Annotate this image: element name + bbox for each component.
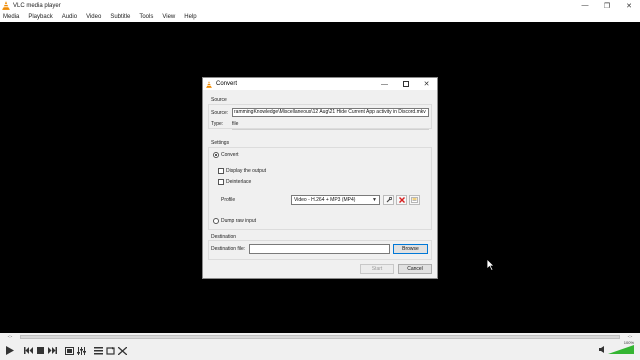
source-field[interactable]: rammingKnowledge\Miscellaneous\12 Aug\21… [232,108,429,117]
deinterlace-label[interactable]: Deinterlace [226,179,251,185]
settings-group-label: Settings [211,140,230,146]
playlist-icon [94,346,103,354]
profile-select[interactable]: Video - H.264 + MP3 (MP4) ▼ [291,195,380,205]
profile-label: Profile [221,197,236,203]
mouse-cursor-icon [487,259,495,271]
source-label: Source: [211,110,229,116]
dropdown-arrow-icon: ▼ [372,197,377,203]
type-value: file [232,121,239,127]
stop-icon [37,347,44,354]
source-group-label: Source [211,97,227,103]
playlist-button[interactable] [93,345,104,356]
delete-x-icon [398,197,405,203]
previous-icon [24,347,33,354]
loop-icon [106,346,115,355]
next-icon [48,347,57,354]
seek-row: -:- -:- [0,333,640,341]
menu-view[interactable]: View [162,14,175,20]
dialog-close-button[interactable]: ✕ [416,78,437,90]
app-title: VLC media player [13,2,61,9]
speaker-icon [599,346,604,353]
start-button[interactable]: Start [360,264,394,274]
destination-file-input[interactable] [249,244,390,254]
close-button[interactable]: ✕ [618,0,640,11]
dialog-title-bar: Convert — ✕ [203,78,437,90]
stop-button[interactable] [35,345,46,356]
convert-radio-label[interactable]: Convert [221,152,239,158]
seek-slider[interactable] [20,335,620,339]
profile-value: Video - H.264 + MP3 (MP4) [294,197,356,203]
browse-button[interactable]: Browse [393,244,428,254]
fullscreen-icon [65,346,74,355]
deinterlace-checkbox[interactable] [218,179,224,185]
volume-control[interactable]: 100% [599,340,634,354]
menu-subtitle[interactable]: Subtitle [110,14,130,20]
menu-tools[interactable]: Tools [139,14,153,20]
next-button[interactable] [47,345,58,356]
fullscreen-button[interactable] [64,345,75,356]
convert-dialog: Convert — ✕ Source Source: rammingKnowle… [202,77,438,279]
extended-settings-button[interactable] [76,345,87,356]
destination-file-label: Destination file: [211,246,246,252]
new-profile-icon [411,197,418,203]
time-elapsed[interactable]: -:- [0,334,20,340]
dialog-title: Convert [216,81,238,87]
delete-profile-button[interactable] [396,195,407,205]
shuffle-button[interactable] [117,345,128,356]
shuffle-icon [118,346,127,355]
previous-button[interactable] [23,345,34,356]
menu-video[interactable]: Video [86,14,101,20]
volume-level-graphic [608,345,634,354]
menu-audio[interactable]: Audio [62,14,77,20]
minimize-button[interactable]: — [574,0,596,11]
volume-slider[interactable]: 100% [608,340,634,354]
display-output-checkbox[interactable] [218,168,224,174]
dump-raw-label[interactable]: Dump raw input [221,218,256,224]
dialog-maximize-button[interactable] [395,78,416,90]
vlc-logo-icon [206,80,212,88]
maximize-icon [402,81,409,87]
display-output-label[interactable]: Display the output [226,168,266,174]
loop-button[interactable] [105,345,116,356]
convert-radio[interactable] [213,152,219,158]
app-title-bar: VLC media player — ❐ ✕ [0,0,640,11]
menu-help[interactable]: Help [184,14,196,20]
cancel-button[interactable]: Cancel [398,264,432,274]
menu-playback[interactable]: Playback [28,14,52,20]
edit-profile-button[interactable] [383,195,394,205]
vlc-logo-icon [2,1,10,10]
play-button[interactable] [2,343,17,358]
equalizer-icon [77,346,86,355]
new-profile-button[interactable] [409,195,420,205]
volume-percent: 100% [623,340,634,345]
restore-button[interactable]: ❐ [596,0,618,11]
wrench-icon [386,197,392,203]
menu-media[interactable]: Media [3,14,19,20]
dump-raw-radio[interactable] [213,218,219,224]
menu-bar: Media Playback Audio Video Subtitle Tool… [0,11,640,22]
playback-controls [0,341,640,360]
dialog-minimize-button[interactable]: — [374,78,395,90]
type-label: Type: [211,121,224,127]
play-icon [6,346,14,355]
source-separator [232,129,429,130]
